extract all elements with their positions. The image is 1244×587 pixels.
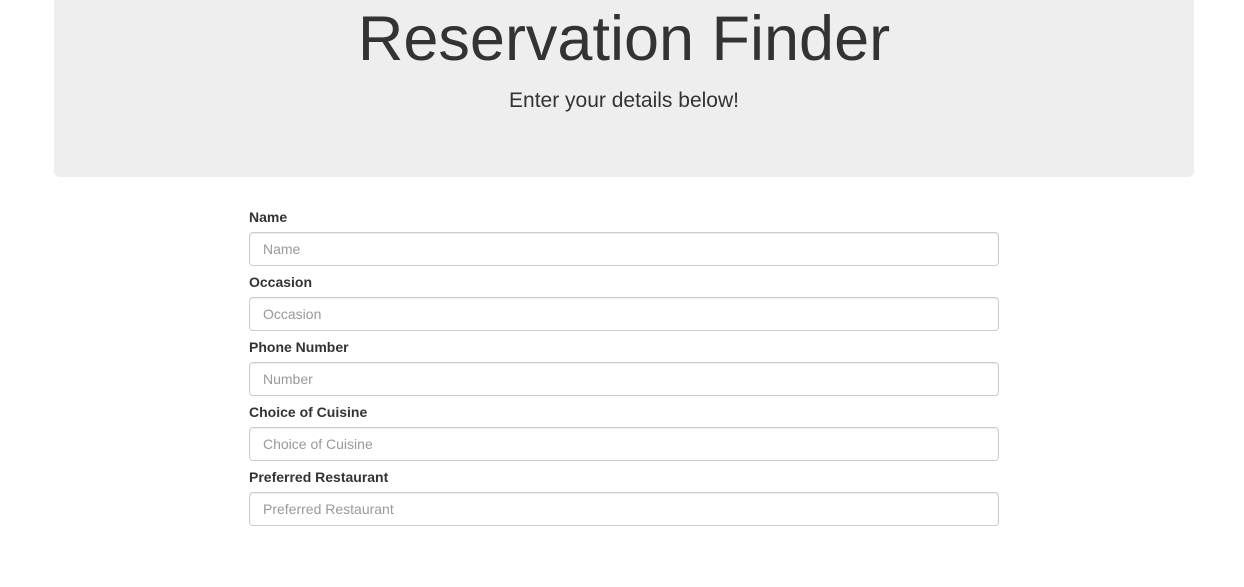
header-jumbotron: Reservation Finder Enter your details be… bbox=[54, 0, 1194, 177]
name-field-group: Name bbox=[249, 208, 999, 266]
occasion-label: Occasion bbox=[249, 274, 313, 290]
reservation-form: Name Occasion Phone Number Choice of Cui… bbox=[249, 208, 999, 533]
restaurant-label: Preferred Restaurant bbox=[249, 469, 389, 485]
cuisine-label: Choice of Cuisine bbox=[249, 404, 368, 420]
page-title: Reservation Finder bbox=[357, 4, 891, 74]
phone-number-input[interactable] bbox=[249, 362, 999, 396]
name-label: Name bbox=[249, 209, 288, 225]
phone-field-group: Phone Number bbox=[249, 338, 999, 396]
page-subtitle: Enter your details below! bbox=[509, 89, 739, 112]
phone-number-label: Phone Number bbox=[249, 339, 349, 355]
cuisine-input[interactable] bbox=[249, 427, 999, 461]
occasion-field-group: Occasion bbox=[249, 273, 999, 331]
occasion-input[interactable] bbox=[249, 297, 999, 331]
restaurant-field-group: Preferred Restaurant bbox=[249, 468, 999, 526]
cuisine-field-group: Choice of Cuisine bbox=[249, 403, 999, 461]
name-input[interactable] bbox=[249, 232, 999, 266]
restaurant-input[interactable] bbox=[249, 492, 999, 526]
